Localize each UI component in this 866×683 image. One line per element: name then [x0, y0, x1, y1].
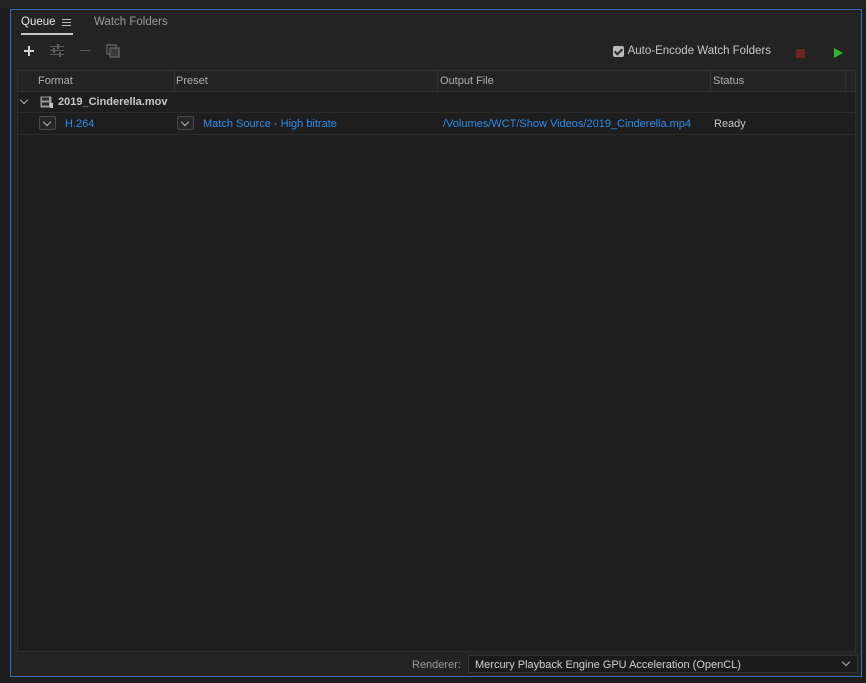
- queue-table: Format Preset Output File Status 2019_Ci…: [17, 70, 856, 652]
- renderer-value: Mercury Playback Engine GPU Acceleration…: [475, 659, 741, 671]
- start-queue-button[interactable]: [834, 48, 843, 58]
- renderer-bar: Renderer: Mercury Playback Engine GPU Ac…: [11, 654, 861, 676]
- header-format[interactable]: Format: [38, 75, 73, 87]
- header-output-file[interactable]: Output File: [440, 75, 494, 87]
- renderer-label: Renderer:: [412, 659, 461, 671]
- auto-encode-checkbox[interactable]: [612, 45, 624, 57]
- auto-encode-watch-folders: Auto-Encode Watch Folders: [612, 45, 771, 57]
- table-header: Format Preset Output File Status: [18, 71, 855, 92]
- duplicate-icon[interactable]: [104, 42, 122, 60]
- queue-toolbar: Auto-Encode Watch Folders: [11, 40, 861, 64]
- collapse-chevron-icon[interactable]: [19, 95, 29, 105]
- output-row[interactable]: H.264 Match Source - High bitrate /Volum…: [18, 113, 855, 135]
- format-link[interactable]: H.264: [65, 118, 94, 130]
- status-text: Ready: [714, 118, 746, 130]
- chevron-down-icon: [180, 117, 190, 127]
- remove-button[interactable]: [76, 42, 94, 60]
- panel-tab-bar: Queue Watch Folders: [11, 10, 861, 36]
- header-status[interactable]: Status: [713, 75, 744, 87]
- tab-queue[interactable]: Queue: [21, 16, 56, 28]
- column-divider[interactable]: [437, 71, 438, 91]
- header-preset[interactable]: Preset: [176, 75, 208, 87]
- panel-menu-icon[interactable]: [62, 19, 71, 27]
- renderer-dropdown[interactable]: Mercury Playback Engine GPU Acceleration…: [468, 655, 858, 673]
- preset-dropdown-button[interactable]: [177, 116, 194, 130]
- source-row[interactable]: 2019_Cinderella.mov: [18, 92, 855, 113]
- tab-watch-folders[interactable]: Watch Folders: [94, 16, 168, 28]
- video-file-icon: [40, 96, 53, 108]
- chevron-down-icon: [841, 657, 851, 667]
- column-divider[interactable]: [174, 71, 175, 91]
- window-top-strip: [0, 0, 866, 8]
- stop-queue-button[interactable]: [796, 49, 805, 58]
- column-divider[interactable]: [710, 71, 711, 91]
- settings-icon[interactable]: [48, 42, 66, 60]
- column-divider[interactable]: [845, 71, 846, 91]
- output-file-link[interactable]: /Volumes/WCT/Show Videos/2019_Cinderella…: [443, 118, 691, 130]
- chevron-down-icon: [42, 117, 52, 127]
- add-source-button[interactable]: [20, 42, 38, 60]
- source-file-name: 2019_Cinderella.mov: [58, 96, 168, 108]
- auto-encode-label: Auto-Encode Watch Folders: [627, 45, 771, 57]
- preset-link[interactable]: Match Source - High bitrate: [203, 118, 337, 130]
- format-dropdown-button[interactable]: [39, 116, 56, 130]
- active-tab-indicator: [21, 33, 73, 35]
- queue-panel: Queue Watch Folders Auto-Encode Watch Fo…: [10, 9, 862, 677]
